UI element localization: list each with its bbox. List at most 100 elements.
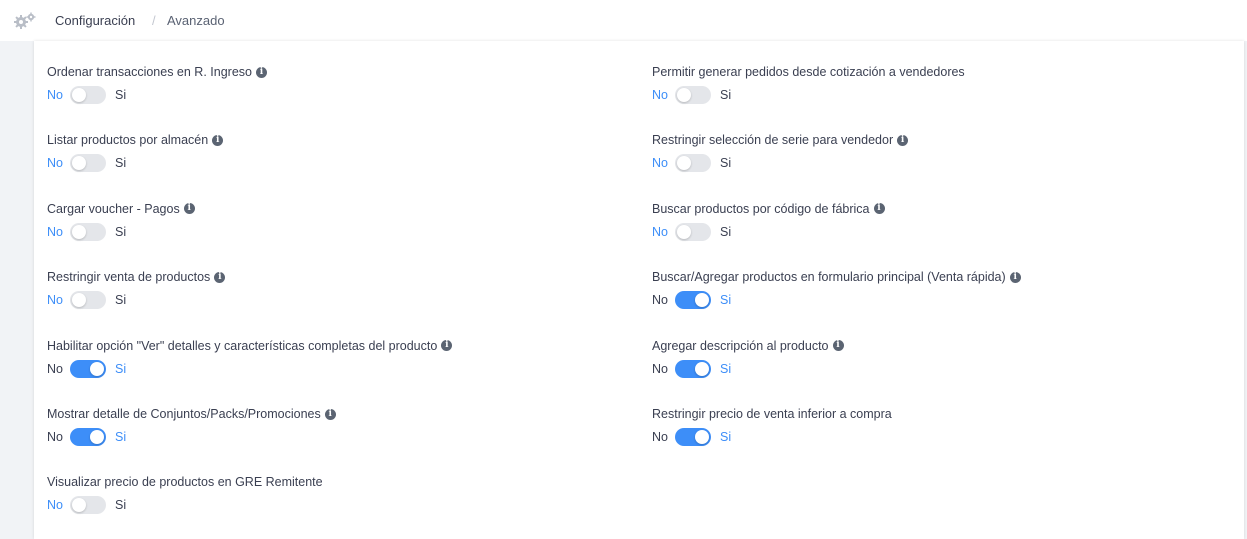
toggle-knob	[71, 498, 86, 513]
toggle-row: No Si	[652, 222, 885, 242]
setting-habilitar-opcion-ver-detalles-y-caracter: Habilitar opción "Ver" detalles y caract…	[47, 338, 453, 379]
setting-label-text: Mostrar detalle de Conjuntos/Packs/Promo…	[47, 407, 321, 421]
toggle-knob	[71, 88, 86, 102]
setting-label-text: Permitir generar pedidos desde cotizació…	[652, 65, 965, 79]
setting-permitir-generar-pedidos-desde-cotizacio: Permitir generar pedidos desde cotizació…	[652, 64, 965, 105]
toggle-switch[interactable]	[674, 222, 711, 241]
setting-label-text: Listar productos por almacén	[47, 133, 209, 148]
toggle-row: No Si	[652, 359, 844, 379]
toggle-option-si: Si	[114, 88, 127, 102]
toggle-row: No Si	[47, 359, 452, 379]
toggle-knob	[676, 156, 691, 171]
setting-label-text: Buscar/Agregar productos en formulario p…	[652, 270, 1006, 285]
toggle-option-si: Si	[114, 498, 127, 513]
info-icon[interactable]: i	[183, 203, 195, 215]
toggle-option-si: Si	[719, 156, 732, 171]
toggle-switch[interactable]	[674, 428, 711, 446]
toggle-option-no: No	[47, 156, 63, 171]
info-icon[interactable]: i	[1009, 271, 1021, 283]
info-icon[interactable]: i	[897, 134, 909, 146]
toggle-knob	[89, 430, 104, 444]
setting-label-text: Restringir venta de productos	[47, 270, 211, 285]
toggle-knob	[71, 293, 86, 308]
toggle-row: No Si	[47, 222, 195, 242]
setting-label: Visualizar precio de productos en GRE Re…	[47, 474, 323, 490]
setting-ordenar-transacciones-en-r-ingreso: Ordenar transacciones en R. Ingreso i No Si	[47, 64, 267, 105]
info-icon[interactable]: i	[212, 134, 224, 146]
toggle-knob	[694, 430, 709, 444]
toggle-switch[interactable]	[674, 359, 711, 378]
setting-cargar-voucher-pagos: Cargar voucher - Pagos i No Si	[47, 201, 195, 242]
toggle-option-no: No	[652, 361, 668, 376]
setting-label: Buscar/Agregar productos en formulario p…	[652, 269, 1021, 285]
info-icon[interactable]: i	[441, 340, 453, 352]
toggle-switch[interactable]	[69, 154, 106, 173]
toggle-switch[interactable]	[69, 86, 106, 104]
toggle-row: No Si	[47, 85, 267, 105]
toggle-option-si: Si	[719, 88, 732, 102]
info-icon[interactable]: i	[214, 271, 226, 283]
setting-label: Mostrar detalle de Conjuntos/Packs/Promo…	[47, 406, 336, 422]
setting-label-text: Restringir selección de serie para vende…	[652, 133, 894, 148]
toggle-row: No Si	[652, 153, 908, 173]
setting-restringir-precio-de-venta-inferior-a-co: Restringir precio de venta inferior a co…	[652, 406, 892, 447]
setting-label: Cargar voucher - Pagos i	[47, 201, 195, 217]
toggle-knob	[694, 361, 709, 376]
toggle-switch[interactable]	[69, 428, 106, 446]
breadcrumb-item-configuracion[interactable]: Configuración	[55, 13, 135, 28]
gears-icon	[13, 11, 37, 31]
toggle-option-si: Si	[719, 293, 732, 308]
info-icon[interactable]: i	[873, 203, 885, 215]
info-icon[interactable]: i	[324, 408, 336, 420]
toggle-option-si: Si	[114, 224, 127, 239]
toggle-switch[interactable]	[69, 222, 106, 241]
toggle-option-no: No	[652, 156, 668, 171]
toggle-switch[interactable]	[674, 154, 711, 173]
toggle-option-no: No	[652, 430, 668, 444]
breadcrumb-bar: Configuración / Avanzado	[0, 0, 1247, 41]
toggle-row: No Si	[652, 290, 1021, 310]
toggle-row: No Si	[47, 153, 223, 173]
setting-label: Buscar productos por código de fábrica i	[652, 201, 885, 217]
toggle-knob	[89, 361, 104, 376]
toggle-option-si: Si	[114, 361, 127, 376]
info-icon[interactable]: i	[255, 66, 267, 78]
toggle-knob	[71, 156, 86, 171]
toggle-switch[interactable]	[674, 86, 711, 104]
setting-label: Listar productos por almacén i	[47, 132, 224, 148]
toggle-option-no: No	[47, 430, 63, 444]
settings-card: Ordenar transacciones en R. Ingreso i No Si…	[34, 41, 1244, 539]
setting-label-text: Visualizar precio de productos en GRE Re…	[47, 475, 323, 490]
toggle-row: No Si	[47, 290, 225, 310]
toggle-switch[interactable]	[69, 291, 106, 310]
toggle-option-no: No	[47, 361, 63, 376]
toggle-switch[interactable]	[69, 496, 106, 515]
toggle-option-si: Si	[719, 430, 732, 444]
toggle-option-no: No	[652, 293, 668, 308]
toggle-knob	[676, 224, 691, 239]
setting-label-text: Ordenar transacciones en R. Ingreso	[47, 65, 252, 79]
toggle-knob	[676, 88, 691, 102]
setting-label: Ordenar transacciones en R. Ingreso i	[47, 64, 267, 80]
toggle-switch[interactable]	[674, 291, 711, 310]
breadcrumb-item-avanzado: Avanzado	[167, 13, 225, 28]
toggle-option-si: Si	[114, 430, 127, 444]
setting-label-text: Restringir precio de venta inferior a co…	[652, 407, 892, 421]
setting-restringir-seleccion-de-serie-para-vende: Restringir selección de serie para vende…	[652, 132, 909, 173]
setting-label-text: Habilitar opción "Ver" detalles y caract…	[47, 338, 438, 353]
toggle-switch[interactable]	[69, 359, 106, 378]
setting-label-text: Buscar productos por código de fábrica	[652, 201, 870, 216]
toggle-option-si: Si	[114, 293, 127, 308]
toggle-option-si: Si	[114, 156, 127, 171]
setting-label: Agregar descripción al producto i	[652, 338, 844, 354]
toggle-option-no: No	[652, 224, 668, 239]
toggle-knob	[71, 224, 86, 239]
setting-label-text: Cargar voucher - Pagos	[47, 201, 180, 216]
toggle-option-no: No	[47, 293, 63, 308]
setting-label: Restringir precio de venta inferior a co…	[652, 406, 892, 422]
toggle-option-si: Si	[719, 361, 732, 376]
toggle-option-no: No	[652, 88, 668, 102]
setting-label: Restringir venta de productos i	[47, 269, 226, 285]
setting-buscar-agregar-productos-en-formulario-p: Buscar/Agregar productos en formulario p…	[652, 269, 1021, 310]
info-icon[interactable]: i	[832, 340, 844, 352]
